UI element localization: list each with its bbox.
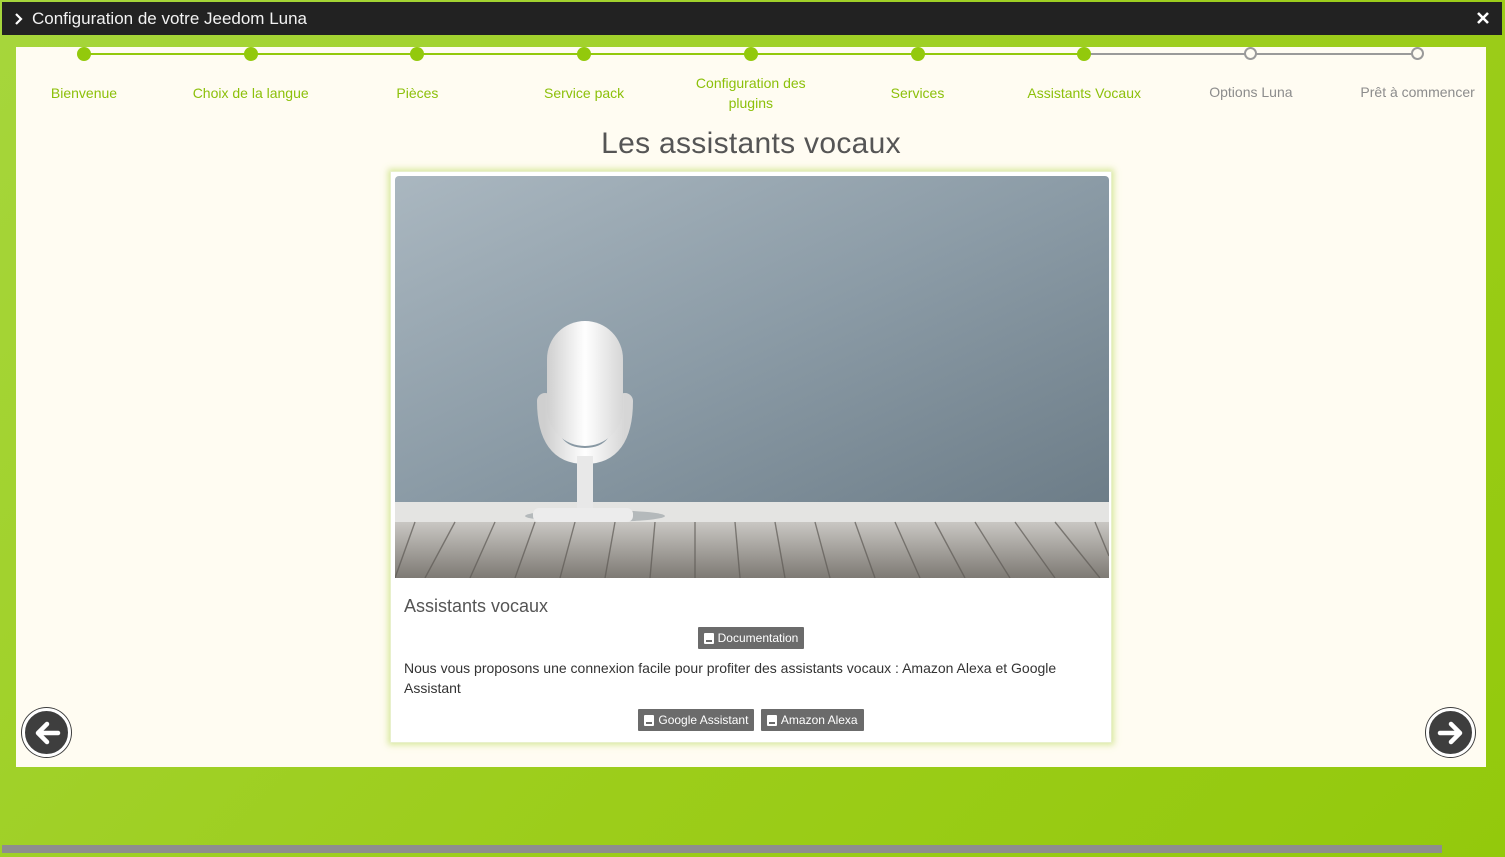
step-dot — [77, 47, 91, 61]
step-label: Choix de la langue — [192, 85, 309, 101]
step-dot — [1077, 47, 1092, 61]
wizard-panel: Bienvenue Choix de la langue Pièces Service… — [16, 47, 1486, 767]
book-icon — [703, 632, 714, 644]
card-title: Assistants vocaux — [404, 596, 549, 616]
amazon-alexa-button[interactable]: Amazon Alexa — [760, 709, 864, 731]
step-dot — [743, 47, 758, 61]
titlebar: Configuration de votre Jeedom Luna — [2, 2, 1502, 35]
step-9: Prêt à commencer — [1343, 47, 1493, 102]
setup-window: Configuration de votre Jeedom Luna Bienv… — [0, 0, 1505, 857]
step-7: Assistants Vocaux — [1009, 47, 1159, 103]
step-3: Pièces — [342, 47, 492, 103]
google-assistant-label: Google Assistant — [658, 713, 749, 727]
assistant-card: Assistants vocaux Documentation Nous vou… — [390, 171, 1112, 743]
google-assistant-button[interactable]: Google Assistant — [638, 709, 755, 731]
step-1: Bienvenue — [9, 47, 159, 103]
documentation-label: Documentation — [717, 631, 799, 645]
step-label: Service pack — [544, 85, 625, 101]
step-label: Prêt à commencer — [1360, 84, 1475, 100]
step-dot — [243, 47, 258, 61]
step-dot — [577, 47, 592, 61]
next-step-button[interactable] — [1426, 708, 1475, 757]
step-dot — [1244, 47, 1258, 60]
step-2: Choix de la langue — [176, 47, 326, 103]
arrow-right-icon — [1437, 721, 1462, 744]
step-label: Assistants Vocaux — [1027, 85, 1141, 101]
step-label: Configuration des plugins — [695, 75, 806, 111]
step-dot — [410, 47, 425, 61]
horizontal-scrollbar[interactable] — [2, 845, 1442, 853]
previous-step-button[interactable] — [22, 708, 71, 757]
step-label: Bienvenue — [50, 85, 118, 101]
arrow-left-icon — [35, 721, 60, 744]
step-dot — [910, 47, 925, 61]
step-label: Services — [890, 85, 945, 101]
step-6: Services — [843, 47, 993, 103]
step-label: Pièces — [396, 85, 439, 101]
documentation-button[interactable]: Documentation — [697, 627, 805, 649]
step-4: Service pack — [509, 47, 659, 103]
window-title: Configuration de votre Jeedom Luna — [32, 8, 308, 28]
step-label: Options Luna — [1209, 84, 1293, 100]
book-icon — [766, 714, 777, 726]
microphone-image — [395, 176, 1109, 578]
step-8: Options Luna — [1176, 47, 1326, 102]
documentation-row: Documentation — [391, 627, 1111, 649]
step-dot — [1411, 47, 1425, 60]
chevron-right-icon — [12, 12, 26, 26]
card-description: Nous vous proposons une connexion facile… — [404, 660, 1057, 696]
stepper: Bienvenue Choix de la langue Pièces Service… — [16, 47, 1486, 117]
book-icon — [644, 714, 655, 726]
assistant-links: Google Assistant Amazon Alexa — [391, 709, 1111, 731]
close-icon[interactable] — [1474, 9, 1492, 27]
step-5: Configuration des plugins — [676, 47, 826, 113]
amazon-alexa-label: Amazon Alexa — [780, 713, 858, 727]
page-title: Les assistants vocaux — [601, 127, 901, 160]
